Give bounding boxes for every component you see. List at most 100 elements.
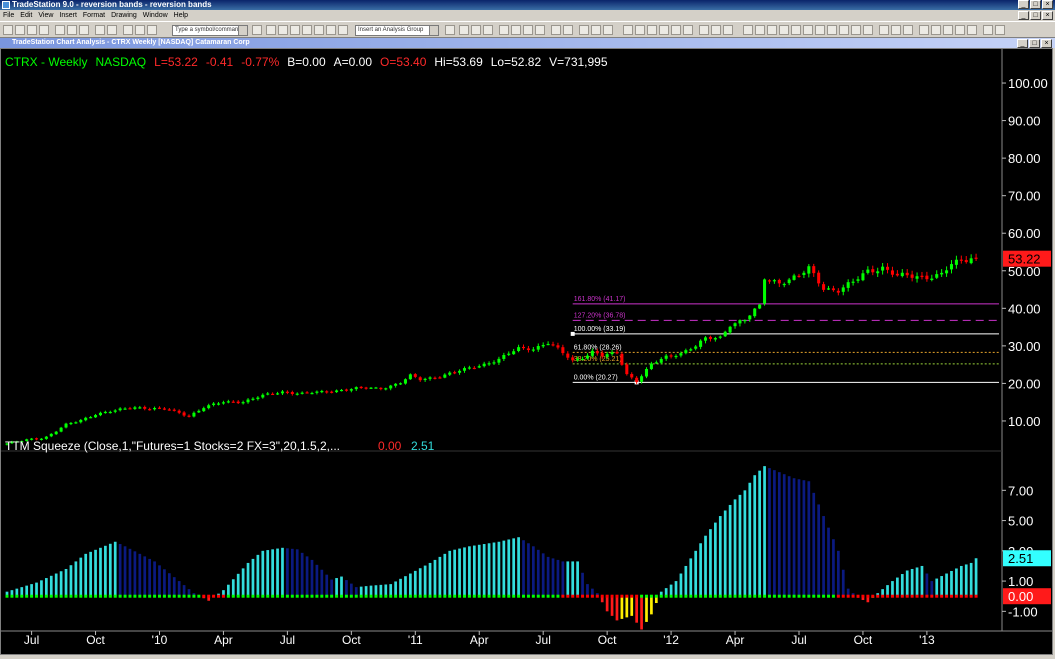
minute-icon[interactable] [326, 25, 336, 35]
print-icon[interactable] [39, 25, 49, 35]
copy-icon[interactable] [67, 25, 77, 35]
alert-icon[interactable] [563, 25, 573, 35]
showme-icon[interactable] [511, 25, 521, 35]
new-icon[interactable] [3, 25, 13, 35]
vline-icon[interactable] [767, 25, 777, 35]
squeeze-dot [423, 594, 427, 598]
menu-view[interactable]: View [35, 10, 56, 21]
squeeze-dot [782, 594, 786, 598]
time-zone-icon[interactable] [863, 25, 873, 35]
close-icon[interactable]: × [1042, 0, 1053, 9]
trendline-icon[interactable] [743, 25, 753, 35]
compress-icon[interactable] [591, 25, 601, 35]
candle-body [408, 374, 412, 380]
menu-help[interactable]: Help [171, 10, 191, 21]
erase-icon[interactable] [995, 25, 1005, 35]
cut-icon[interactable] [55, 25, 65, 35]
matrix-icon[interactable] [147, 25, 157, 35]
go-icon[interactable] [252, 25, 262, 35]
cycle-icon[interactable] [839, 25, 849, 35]
sparkle-icon[interactable] [983, 25, 993, 35]
ellipse-icon[interactable] [955, 25, 965, 35]
probability-icon[interactable] [523, 25, 533, 35]
mdi-close-icon[interactable]: × [1042, 11, 1053, 20]
magnifier-icon[interactable] [647, 25, 657, 35]
undo-icon[interactable] [95, 25, 105, 35]
zoom-out-icon[interactable] [635, 25, 645, 35]
triangle-icon[interactable] [903, 25, 913, 35]
study-icon[interactable] [483, 25, 493, 35]
fib-extension-icon[interactable] [803, 25, 813, 35]
arrow-up-icon[interactable] [919, 25, 929, 35]
chart-restore-icon[interactable]: □ [1029, 39, 1040, 48]
arrow-down-icon[interactable] [931, 25, 941, 35]
text-icon[interactable] [967, 25, 977, 35]
menu-window[interactable]: Window [140, 10, 171, 21]
squeeze-dot [172, 594, 176, 598]
weekly-icon[interactable] [302, 25, 312, 35]
paintbar-icon[interactable] [499, 25, 509, 35]
refresh-icon[interactable] [603, 25, 613, 35]
menu-drawing[interactable]: Drawing [108, 10, 140, 21]
link-icon[interactable] [266, 25, 276, 35]
chart-icon[interactable] [123, 25, 133, 35]
squeeze-dot [895, 594, 899, 598]
squeeze-histogram-bar [374, 585, 378, 597]
squeeze-dot [959, 594, 963, 598]
squeeze-histogram-bar [630, 596, 634, 616]
squeeze-histogram-bar [748, 482, 752, 597]
paste-icon[interactable] [79, 25, 89, 35]
maximize-icon[interactable]: □ [1030, 0, 1041, 9]
activity-icon[interactable] [535, 25, 545, 35]
scroll-icon[interactable] [579, 25, 589, 35]
squeeze-histogram-bar [290, 548, 294, 597]
data-window-icon[interactable] [683, 25, 693, 35]
speed-lines-icon[interactable] [827, 25, 837, 35]
tick-icon[interactable] [338, 25, 348, 35]
mdi-restore-icon[interactable]: □ [1030, 11, 1041, 20]
menu-edit[interactable]: Edit [17, 10, 35, 21]
indicator-icon[interactable] [459, 25, 469, 35]
monthly-icon[interactable] [314, 25, 324, 35]
channel-icon[interactable] [779, 25, 789, 35]
candle-body [143, 406, 147, 409]
pennant-icon[interactable] [891, 25, 901, 35]
order-bar-icon[interactable] [699, 25, 709, 35]
gann-icon[interactable] [815, 25, 825, 35]
candle-body [723, 331, 727, 337]
analysis-group-select[interactable]: Insert an Analysis Group [355, 25, 439, 36]
crosshair-icon[interactable] [671, 25, 681, 35]
minimize-icon[interactable]: _ [1018, 0, 1029, 9]
hline-icon[interactable] [755, 25, 765, 35]
menu-format[interactable]: Format [80, 10, 108, 21]
symbol-input[interactable]: Type a symbol/command [172, 25, 248, 36]
chart-svg[interactable]: CTRX - Weekly NASDAQ L=53.22 -0.41 -0.77% B=0… [1, 49, 1052, 654]
mdi-minimize-icon[interactable]: _ [1018, 11, 1029, 20]
candle-body [438, 377, 442, 379]
chart-area[interactable]: CTRX - Weekly NASDAQ L=53.22 -0.41 -0.77% B=0… [0, 48, 1053, 655]
save-icon[interactable] [27, 25, 37, 35]
rectangle-icon[interactable] [943, 25, 953, 35]
radar-icon[interactable] [135, 25, 145, 35]
pointer-icon[interactable] [659, 25, 669, 35]
menu-insert[interactable]: Insert [56, 10, 80, 21]
andrews-icon[interactable] [879, 25, 889, 35]
menu-file[interactable]: File [0, 10, 17, 21]
chart-close-icon[interactable]: × [1041, 39, 1052, 48]
open-icon[interactable] [15, 25, 25, 35]
strategy-icon[interactable] [471, 25, 481, 35]
last-price: L=53.22 [154, 55, 198, 69]
squeeze-dot [763, 594, 767, 598]
regression-icon[interactable] [851, 25, 861, 35]
position-icon[interactable] [723, 25, 733, 35]
daily-icon[interactable] [290, 25, 300, 35]
gear-icon[interactable] [551, 25, 561, 35]
bar-interval-icon[interactable] [278, 25, 288, 35]
zoom-in-icon[interactable] [623, 25, 633, 35]
matrix-order-icon[interactable] [711, 25, 721, 35]
chart-minimize-icon[interactable]: _ [1017, 39, 1028, 48]
squeeze-histogram-bar [182, 585, 186, 597]
format-icon[interactable] [445, 25, 455, 35]
fib-retracement-icon[interactable] [791, 25, 801, 35]
redo-icon[interactable] [107, 25, 117, 35]
